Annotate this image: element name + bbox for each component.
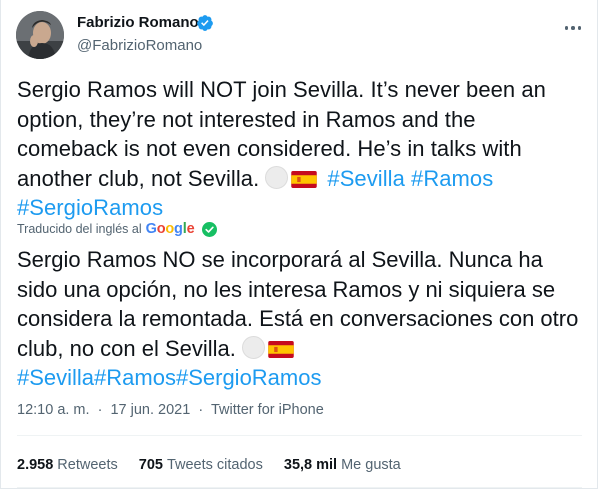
translated-body: Sergio Ramos NO se incorporará al Sevill… xyxy=(17,247,579,361)
retweets-stat[interactable]: 2.958 Retweets xyxy=(17,457,118,473)
white-circle-emoji-icon xyxy=(241,335,265,359)
tweet-date-link[interactable]: 17 jun. 2021 xyxy=(110,402,190,418)
google-logo[interactable]: Google xyxy=(146,221,195,237)
avatar-photo-icon xyxy=(16,11,64,59)
translation-attribution: Traducido del inglés al Google xyxy=(17,221,218,237)
white-circle-emoji-icon xyxy=(265,165,289,189)
avatar[interactable] xyxy=(16,11,64,59)
retweets-count: 2.958 xyxy=(17,457,54,473)
translated-hashtag-sevilla-link[interactable]: #Sevilla xyxy=(17,365,94,390)
likes-stat[interactable]: 35,8 mil Me gusta xyxy=(284,457,401,473)
divider xyxy=(17,487,582,488)
more-options-icon[interactable] xyxy=(563,18,583,38)
more-dot-icon xyxy=(564,26,569,30)
spain-flag-icon xyxy=(291,170,317,188)
hashtag-sevilla-link[interactable]: #Sevilla xyxy=(327,166,404,191)
tweet-meta: 12:10 a. m. · 17 jun. 2021 · Twitter for… xyxy=(17,402,324,418)
tweet-stats: 2.958 Retweets 705 Tweets citados 35,8 mil… xyxy=(17,457,422,473)
meta-separator: · xyxy=(97,402,103,418)
more-dot-icon xyxy=(577,26,582,30)
translation-label: Traducido del inglés al xyxy=(17,222,142,236)
translated-hashtag-ramos-link[interactable]: #Ramos xyxy=(94,365,176,390)
retweets-label: Retweets xyxy=(57,457,118,473)
hashtag-sergioramos-link[interactable]: #SergioRamos xyxy=(17,195,163,220)
tweet-time-link[interactable]: 12:10 a. m. xyxy=(17,402,90,418)
verified-badge-icon xyxy=(197,15,213,31)
author-handle[interactable]: @FabrizioRomano xyxy=(77,37,202,54)
check-circle-icon[interactable] xyxy=(202,221,218,237)
hashtag-ramos-link[interactable]: #Ramos xyxy=(411,166,493,191)
translated-hashtag-sergioramos-link[interactable]: #SergioRamos xyxy=(176,365,322,390)
more-dot-icon xyxy=(571,26,575,30)
spain-flag-icon xyxy=(268,340,294,358)
quotes-label: Tweets citados xyxy=(166,457,263,473)
author-name[interactable]: Fabrizio Romano xyxy=(77,14,199,31)
meta-separator: · xyxy=(198,402,204,418)
likes-label: Me gusta xyxy=(341,457,401,473)
tweet-text: Sergio Ramos will NOT join Sevilla. It’s… xyxy=(17,75,582,223)
divider xyxy=(17,435,582,436)
quotes-stat[interactable]: 705 Tweets citados xyxy=(139,457,263,473)
translated-text: Sergio Ramos NO se incorporará al Sevill… xyxy=(17,245,582,393)
tweet-source-link[interactable]: Twitter for iPhone xyxy=(211,402,324,418)
likes-count: 35,8 mil xyxy=(283,457,338,473)
quotes-count: 705 xyxy=(138,457,163,473)
